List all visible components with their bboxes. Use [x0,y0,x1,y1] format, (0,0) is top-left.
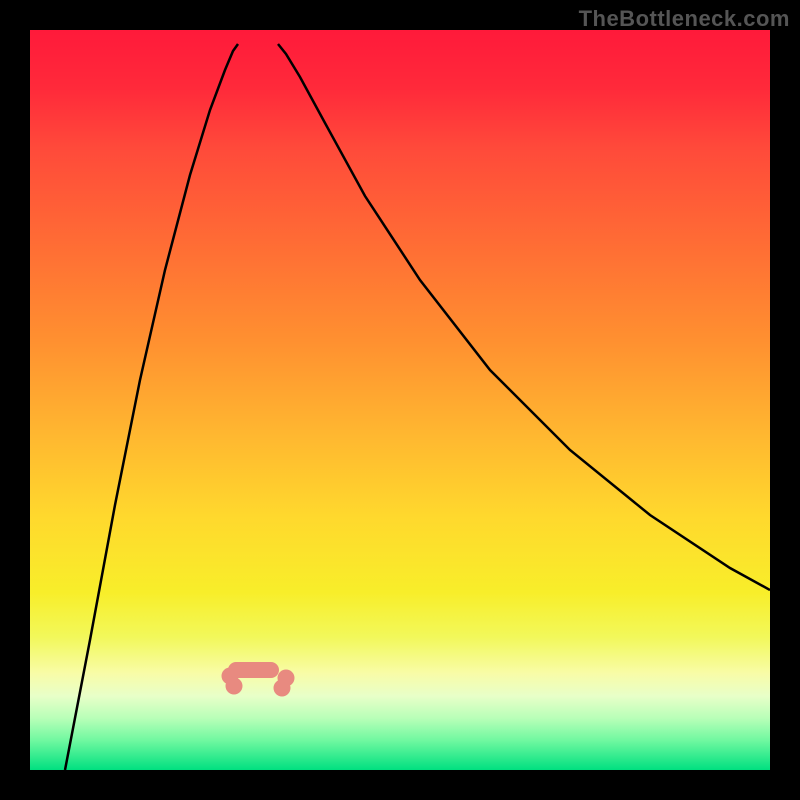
chart-marker-1 [226,678,243,695]
chart-marker-5 [245,662,279,678]
chart-markers [30,30,770,770]
chart-plot-area [30,30,770,770]
chart-marker-3 [278,670,295,687]
watermark-text: TheBottleneck.com [579,6,790,32]
